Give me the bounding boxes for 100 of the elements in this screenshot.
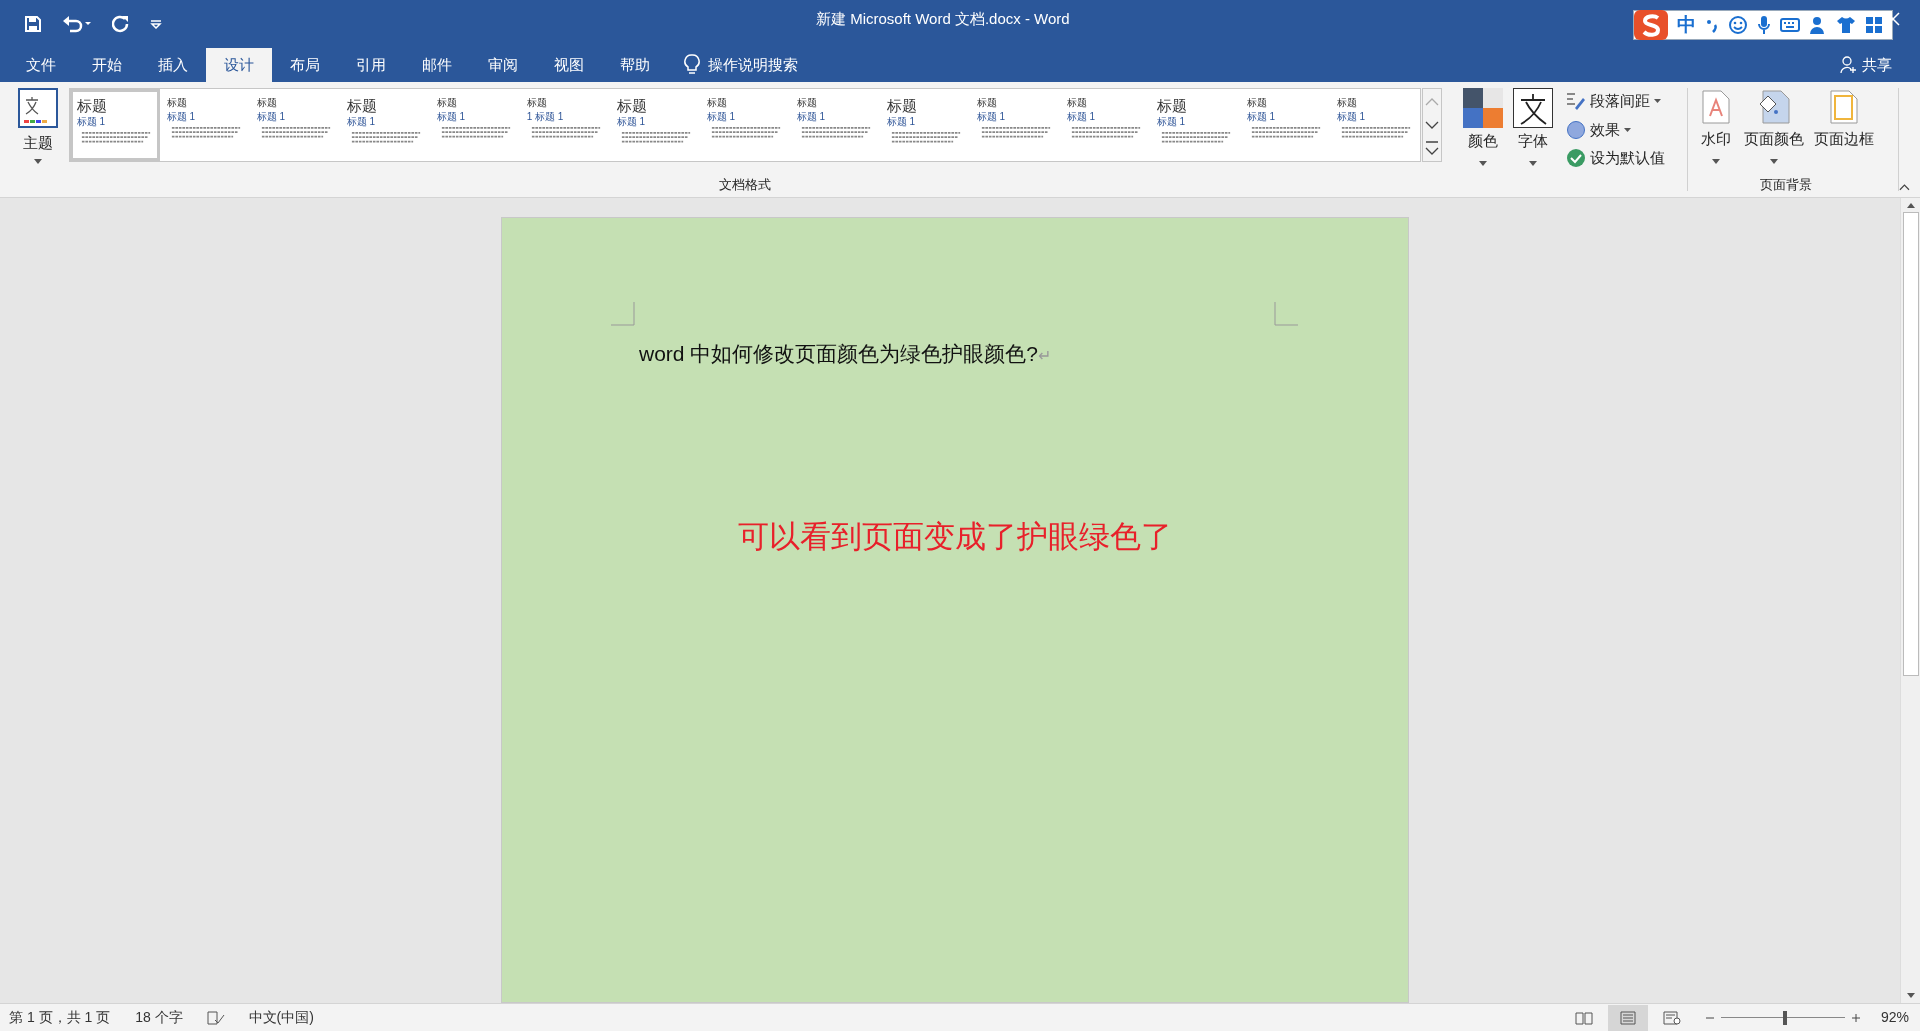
share-button[interactable]: 共享: [1862, 53, 1892, 77]
thumbnail-heading: 标题 1: [436, 112, 467, 122]
ribbon-tab[interactable]: 设计: [206, 48, 272, 82]
thumbnail-heading: 标题 1: [796, 112, 827, 122]
font-character-icon[interactable]: [1512, 88, 1553, 128]
thumbnail-title: 标题: [706, 98, 728, 108]
dropdown-arrow-icon: [1654, 99, 1662, 104]
save-icon[interactable]: [24, 15, 42, 33]
input-mode-toggle[interactable]: 中: [1677, 10, 1696, 40]
thumbnail-title: 标题: [1336, 98, 1358, 108]
thumbnail-title: 标题: [526, 98, 548, 108]
thumbnail-title: 标题: [1246, 98, 1268, 108]
watermark-button[interactable]: 水印: [1701, 128, 1732, 151]
dropdown-arrow-icon: [1770, 158, 1779, 164]
zoom-level[interactable]: 92%: [1880, 1007, 1909, 1028]
colors-button[interactable]: 颜色: [1468, 130, 1499, 153]
window-title: 新建 Microsoft Word 文档.docx - Word: [816, 9, 1070, 29]
ribbon-tab[interactable]: 视图: [536, 48, 602, 82]
checkmark-icon: [1566, 148, 1587, 169]
thumbnail-heading: 标题 1: [1336, 112, 1367, 122]
thumbnail-heading: 标题 1: [256, 112, 287, 122]
dropdown-arrow-icon: [34, 158, 43, 164]
corner-mark: [1274, 302, 1298, 326]
undo-icon[interactable]: [62, 15, 92, 33]
paragraph-spacing-button[interactable]: 段落间距: [1590, 90, 1651, 113]
read-mode-icon[interactable]: [1574, 1010, 1593, 1025]
zoom-in-icon[interactable]: [1850, 1012, 1861, 1023]
effects-button[interactable]: 效果: [1590, 118, 1621, 141]
thumbnail-heading: 标题 1: [616, 117, 647, 127]
thumbnail-title: 标题: [976, 98, 998, 108]
color-palette-icon[interactable]: [1463, 88, 1504, 128]
thumbnail-heading: 标题 1: [346, 117, 377, 127]
proofing-icon[interactable]: [206, 1010, 225, 1025]
thumbnail-title: 标题: [1156, 98, 1188, 113]
thumbnail-title: 标题: [346, 98, 378, 113]
page-color-button[interactable]: 页面颜色: [1744, 128, 1805, 151]
keyboard-icon[interactable]: [1780, 17, 1800, 33]
thumbnail-title: 标题: [886, 98, 918, 113]
ribbon-tab[interactable]: 文件: [8, 48, 74, 82]
zoom-slider-thumb[interactable]: [1783, 1010, 1788, 1025]
ribbon-tab[interactable]: 插入: [140, 48, 206, 82]
group-label: 页面背景: [1760, 175, 1813, 194]
ribbon-tab[interactable]: 审阅: [470, 48, 536, 82]
theme-button[interactable]: 主题: [23, 132, 54, 155]
ribbon-tab[interactable]: 帮助: [602, 48, 668, 82]
thumbnail-title: 标题: [616, 98, 648, 113]
ribbon-tab[interactable]: 引用: [338, 48, 404, 82]
person-icon[interactable]: [1809, 15, 1827, 35]
collapse-ribbon-icon[interactable]: [1899, 183, 1910, 191]
zoom-slider[interactable]: [1720, 1010, 1845, 1025]
thumbnail-title: 标题: [76, 98, 108, 113]
print-layout-button[interactable]: [1607, 1004, 1648, 1031]
tell-me-search[interactable]: 操作说明搜索: [708, 53, 798, 77]
thumbnail-title: 标题: [256, 98, 278, 108]
scrollbar-thumb[interactable]: [1902, 212, 1919, 676]
thumbnail-heading: 标题 1: [706, 112, 737, 122]
thumbnail-heading: 标题 1: [976, 112, 1007, 122]
document-text: word 中如何修改页面颜色为绿色护眼颜色?: [639, 341, 1039, 367]
corner-mark: [611, 302, 635, 326]
paragraph-spacing-icon: [1566, 92, 1587, 111]
thumbnail-heading: 标题 1: [166, 112, 197, 122]
thumbnail-heading: 标题 1: [1156, 117, 1187, 127]
group-label: 文档格式: [718, 175, 771, 194]
page-color-icon[interactable]: [1758, 90, 1791, 124]
language-indicator[interactable]: 中文(中国): [248, 1007, 314, 1028]
paragraph-mark: ↵: [1038, 346, 1052, 366]
customize-toolbar-icon[interactable]: [150, 19, 162, 29]
thumbnail-title: 标题: [796, 98, 818, 108]
shirt-icon[interactable]: [1836, 16, 1856, 34]
ribbon-tab[interactable]: 邮件: [404, 48, 470, 82]
page-count[interactable]: 第 1 页，共 1 页: [9, 1007, 111, 1028]
set-as-default-button[interactable]: 设为默认值: [1590, 147, 1666, 170]
ribbon-tab[interactable]: 开始: [74, 48, 140, 82]
dropdown-arrow-icon: [1479, 160, 1488, 166]
redo-icon[interactable]: [112, 15, 130, 33]
page-borders-button[interactable]: 页面边框: [1814, 128, 1875, 151]
thumbnail-title: 标题: [166, 98, 188, 108]
input-method-logo-icon[interactable]: [1634, 10, 1668, 40]
effects-icon: [1566, 119, 1587, 140]
thumbnail-heading: 标题 1: [886, 117, 917, 127]
style-set-thumbnail[interactable]: 标题 标题 1: [69, 89, 160, 161]
lightbulb-icon: [684, 54, 700, 76]
dropdown-arrow-icon: [1624, 127, 1632, 132]
fonts-button[interactable]: 字体: [1517, 130, 1548, 153]
thumbnail-title: 标题: [1066, 98, 1088, 108]
dropdown-arrow-icon: [1528, 160, 1537, 166]
web-layout-icon[interactable]: [1662, 1010, 1681, 1025]
grid-icon[interactable]: [1865, 16, 1883, 34]
thumbnail-heading: 标题 1: [1066, 112, 1097, 122]
person-add-icon: [1840, 56, 1858, 74]
theme-icon[interactable]: [18, 88, 59, 128]
word-count[interactable]: 18 个字: [135, 1007, 183, 1028]
thumbnail-heading: 1 标题 1: [526, 112, 565, 122]
ribbon-tab[interactable]: 布局: [272, 48, 338, 82]
print-layout-icon: [1619, 1010, 1636, 1025]
watermark-icon[interactable]: [1702, 90, 1731, 124]
annotation-text: 可以看到页面变成了护眼绿色了: [737, 518, 1173, 556]
smiley-icon[interactable]: [1728, 15, 1748, 35]
microphone-icon[interactable]: [1757, 15, 1771, 35]
thumbnail-heading: 标题 1: [1246, 112, 1277, 122]
